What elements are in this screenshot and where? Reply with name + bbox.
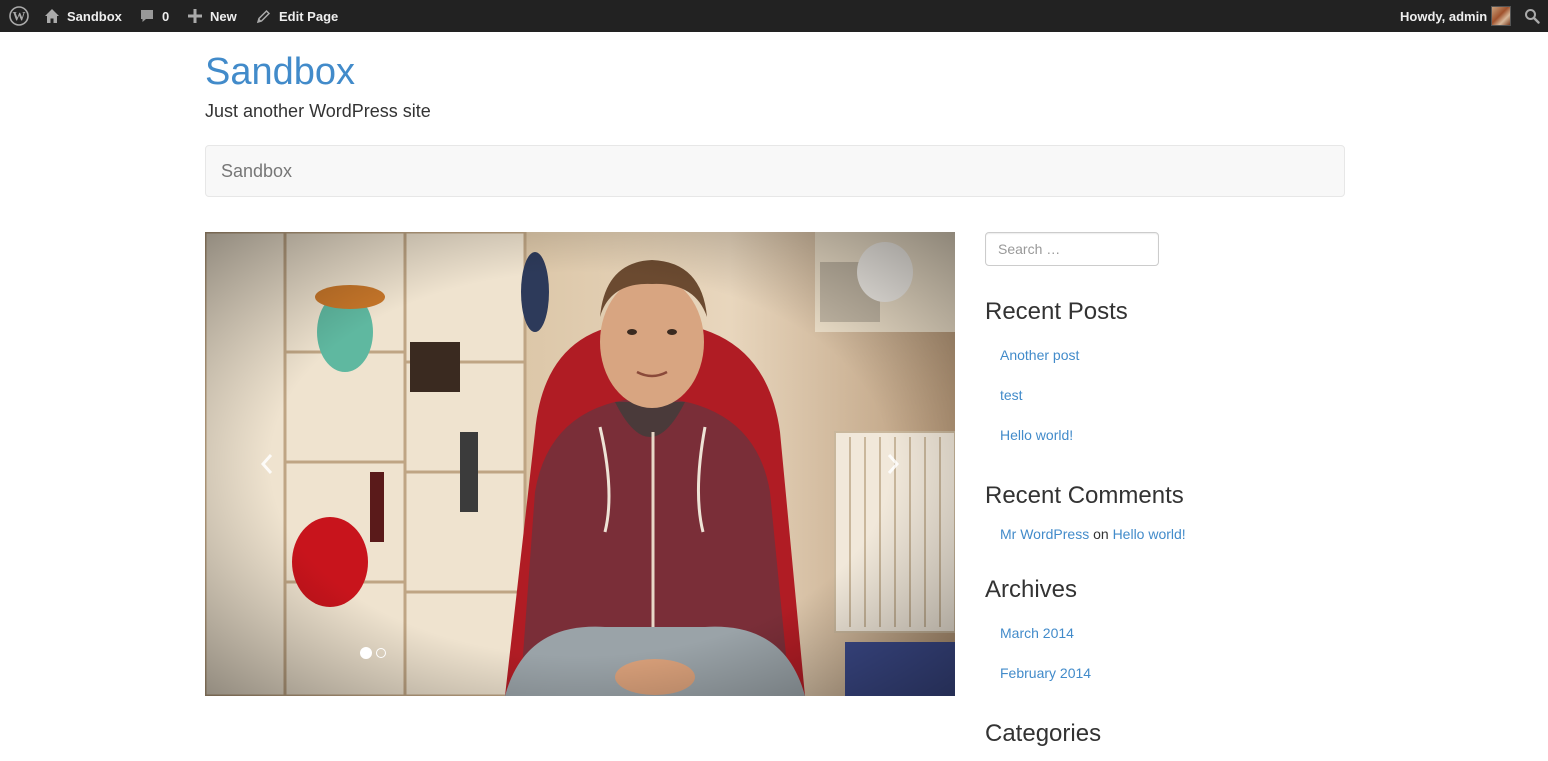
svg-text:W: W — [13, 9, 26, 24]
comment-author-link[interactable]: Mr WordPress — [1000, 526, 1089, 542]
comments-menu[interactable]: 0 — [139, 0, 169, 32]
navbar: Sandbox — [205, 145, 1345, 197]
edit-page-label: Edit Page — [279, 8, 339, 24]
my-account-menu[interactable]: Howdy, admin — [1400, 0, 1512, 32]
chevron-right-icon — [887, 454, 900, 474]
home-icon — [45, 9, 59, 23]
site-name-menu[interactable]: Sandbox — [44, 0, 122, 32]
recent-post-link[interactable]: Another post — [1000, 345, 1079, 365]
carousel-indicator-1[interactable] — [360, 647, 372, 659]
carousel-next-button[interactable] — [835, 232, 955, 696]
new-content-menu[interactable]: New — [188, 0, 237, 32]
carousel-prev-button[interactable] — [205, 232, 325, 696]
carousel-indicator-2[interactable] — [376, 648, 386, 658]
new-label: New — [210, 8, 237, 24]
categories-title: Categories — [985, 720, 1102, 747]
adminbar-search-button[interactable] — [1524, 0, 1540, 32]
navbar-brand[interactable]: Sandbox — [221, 146, 292, 196]
site-name-label: Sandbox — [67, 8, 122, 24]
recent-comments-title: Recent Comments — [985, 482, 1184, 509]
image-carousel — [205, 232, 955, 696]
edit-page-link[interactable]: Edit Page — [256, 0, 338, 32]
archive-link[interactable]: February 2014 — [1000, 663, 1091, 683]
comments-count: 0 — [162, 8, 170, 24]
archive-link[interactable]: March 2014 — [1000, 623, 1074, 643]
account-greeting: Howdy, admin — [1400, 8, 1488, 24]
site-title[interactable]: Sandbox — [205, 50, 355, 94]
carousel-indicators — [360, 647, 386, 659]
wordpress-menu[interactable]: W — [7, 0, 31, 32]
comment-icon — [141, 10, 153, 22]
wordpress-icon: W — [9, 6, 29, 26]
admin-bar: W Sandbox 0 New Edit Page Howdy, admin — [0, 0, 1548, 32]
avatar — [1491, 6, 1512, 26]
search-input[interactable] — [985, 232, 1159, 266]
plus-icon — [188, 9, 202, 23]
archives-title: Archives — [985, 576, 1078, 603]
recent-post-link[interactable]: test — [1000, 385, 1023, 405]
search-icon — [1525, 9, 1540, 24]
site-description: Just another WordPress site — [205, 101, 431, 121]
recent-posts-title: Recent Posts — [985, 298, 1128, 325]
comment-connector: on — [1093, 526, 1109, 542]
comment-post-link[interactable]: Hello world! — [1113, 526, 1186, 542]
recent-post-link[interactable]: Hello world! — [1000, 425, 1073, 445]
chevron-left-icon — [260, 454, 273, 474]
pencil-icon — [256, 9, 271, 23]
recent-comment-item: Mr WordPress on Hello world! — [1000, 524, 1186, 544]
